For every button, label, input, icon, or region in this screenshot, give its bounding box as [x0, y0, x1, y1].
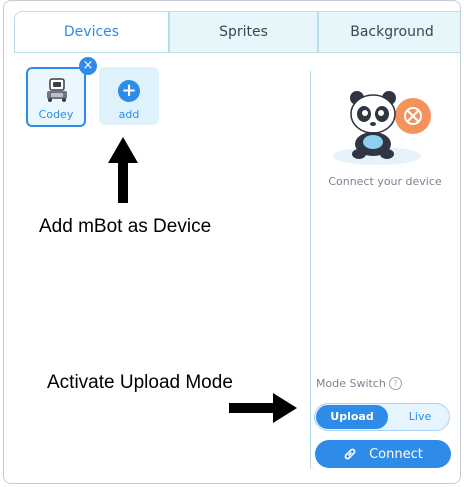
tab-background[interactable]: Background — [318, 11, 460, 53]
add-device-label: add — [118, 108, 140, 121]
close-icon[interactable]: × — [79, 57, 97, 75]
mode-switch: Upload Live — [314, 403, 450, 431]
connect-button-label: Connect — [369, 446, 423, 462]
panel-divider — [310, 71, 311, 469]
tab-divider-line — [14, 52, 460, 53]
mode-live-button[interactable]: Live — [393, 405, 447, 429]
help-icon[interactable]: ? — [388, 377, 402, 390]
plus-icon: + — [118, 80, 140, 102]
tab-devices[interactable]: Devices — [14, 11, 169, 53]
add-device-button[interactable]: + add — [99, 67, 159, 125]
mode-upload-button[interactable]: Upload — [316, 405, 388, 429]
panda-mascot-icon — [333, 91, 431, 165]
codey-robot-icon — [47, 78, 67, 102]
mode-switch-label: Mode Switch ? — [316, 377, 402, 390]
connect-hint: Connect your device — [328, 175, 442, 188]
device-label-codey: Codey — [38, 108, 74, 121]
tab-sprites[interactable]: Sprites — [169, 11, 318, 53]
link-icon — [344, 448, 356, 460]
device-card-codey[interactable]: Codey — [26, 67, 86, 127]
annotation-upload-mode: Activate Upload Mode — [47, 372, 233, 393]
tab-bar: Devices Sprites Background — [14, 11, 460, 53]
connect-button[interactable]: Connect — [315, 440, 451, 468]
arrow-right-icon — [229, 393, 297, 423]
arrow-up-icon — [108, 137, 138, 203]
mode-switch-label-text: Mode Switch — [316, 377, 386, 390]
annotation-add-device: Add mBot as Device — [39, 216, 212, 237]
